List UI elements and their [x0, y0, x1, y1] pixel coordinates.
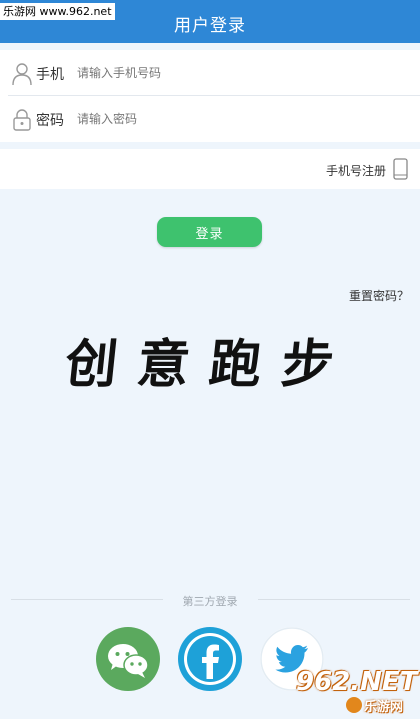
wechat-icon: [96, 627, 160, 691]
register-bar: 手机号注册: [0, 149, 420, 189]
wechat-login-button[interactable]: [96, 627, 160, 691]
watermark-bottom: 962.NET 乐游网: [290, 667, 418, 715]
reset-password-link[interactable]: 重置密码？: [349, 287, 409, 304]
phone-register-link[interactable]: 手机号注册: [326, 162, 386, 179]
password-input[interactable]: [77, 106, 397, 132]
mobile-phone-icon[interactable]: [393, 158, 408, 180]
watermark-top: 乐游网 www.962.net: [0, 3, 115, 20]
facebook-login-button[interactable]: [178, 627, 242, 691]
password-row: 密码: [0, 96, 420, 142]
user-icon: [12, 63, 32, 86]
third-party-login-label: 第三方登录: [182, 595, 238, 608]
phone-input[interactable]: [77, 60, 397, 86]
password-label: 密码: [36, 113, 64, 129]
watermark-bottom-brand: 962.NET: [296, 667, 418, 697]
facebook-icon: [178, 627, 242, 691]
phone-label: 手机: [36, 67, 64, 83]
lock-icon: [13, 109, 31, 131]
login-form: 手机 密码: [0, 50, 420, 142]
watermark-logo-icon: [346, 697, 362, 713]
watermark-bottom-caption: 乐游网: [364, 700, 404, 715]
phone-row: 手机: [0, 50, 420, 96]
login-button[interactable]: 登录: [157, 217, 262, 247]
brand-calligraphy: 创意跑步: [62, 334, 357, 395]
divider-right: [258, 599, 410, 600]
